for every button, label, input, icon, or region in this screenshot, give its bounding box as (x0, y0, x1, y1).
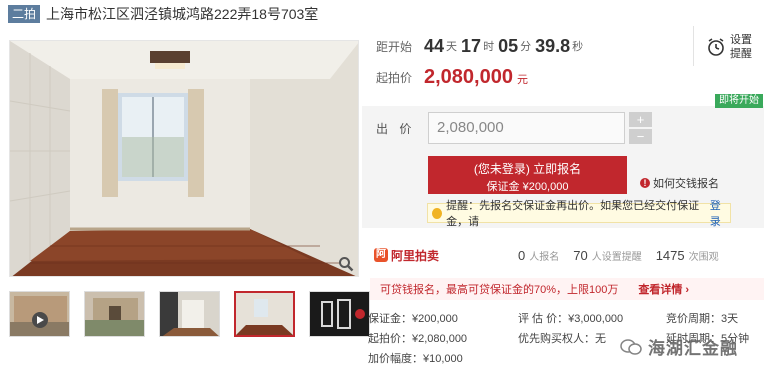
decrease-bid-button[interactable]: − (629, 129, 652, 144)
set-reminder-button[interactable]: 设置 提醒 (706, 30, 758, 64)
remind-line2: 提醒 (730, 48, 752, 60)
countdown-minutes-unit: 分 (520, 41, 532, 53)
watermark: 海湖汇金融 (620, 334, 738, 359)
auction-round-badge: 二拍 (8, 5, 41, 23)
info-start-price: 起拍价：¥2,080,000 (368, 333, 468, 345)
how-to-pay-link[interactable]: ! 如何交钱报名 (640, 175, 719, 191)
how-to-pay-text: 如何交钱报名 (653, 178, 719, 190)
info-icon: ! (640, 178, 650, 188)
reminder-count: 70 人设置提醒 (573, 248, 641, 263)
info-cycle: 竞价周期：3天 (666, 313, 739, 325)
countdown-seconds-unit: 秒 (572, 41, 584, 53)
loan-promo-text: 可贷钱报名，最高可贷保证金的70%，上限100万 (380, 284, 619, 296)
bulb-icon (432, 207, 443, 219)
info-appraisal: 评 估 价：¥3,000,000 (518, 313, 624, 325)
countdown-days: 44 (424, 35, 445, 56)
page-title: 上海市松江区泗泾镇城鸿路222弄18号703室 (46, 6, 319, 22)
wechat-icon (620, 338, 642, 355)
countdown-hours-unit: 时 (483, 41, 495, 53)
loan-promo: 可贷钱报名，最高可贷保证金的70%，上限100万 查看详情 › (370, 278, 764, 300)
view-count-value: 1475 (655, 247, 685, 263)
signup-button[interactable]: (您未登录) 立即报名 保证金 ¥200,000 (428, 156, 627, 194)
ali-auction-logo[interactable]: 阿 阿里拍卖 (374, 247, 504, 264)
info-priority: 优先购买权人：无 (518, 333, 606, 345)
main-photo[interactable] (9, 40, 359, 277)
reminder-count-label: 人设置提醒 (591, 251, 642, 263)
start-price-label: 起拍价 (376, 70, 413, 85)
start-price-value: 2,080,000 (424, 65, 513, 88)
increase-bid-button[interactable]: + (629, 112, 652, 127)
thumbnail-building-entrance[interactable] (84, 291, 145, 337)
info-deposit: 保证金：¥200,000 (368, 313, 458, 325)
ali-auction-logo-mark: 阿 (374, 248, 388, 262)
signup-count-label: 人报名 (529, 251, 560, 263)
countdown-seconds: 39.8 (535, 35, 571, 56)
remind-divider (693, 26, 694, 66)
loan-promo-details-link[interactable]: 查看详情 › (638, 281, 689, 297)
status-badge: 即将开始 (715, 94, 763, 108)
start-price-unit: 元 (516, 74, 528, 86)
bid-amount-input[interactable]: 2,080,000 (428, 112, 625, 144)
countdown-days-unit: 天 (446, 41, 458, 53)
thumbnail-strip (9, 291, 370, 339)
signup-button-deposit: 保证金 ¥200,000 (486, 181, 569, 193)
room-photo (10, 41, 358, 276)
countdown-minutes: 05 (498, 35, 519, 56)
countdown-hours: 17 (461, 35, 482, 56)
thumbnail-certificate[interactable] (309, 291, 370, 337)
signup-button-label: (您未登录) 立即报名 (473, 162, 582, 176)
signup-count-value: 0 (518, 247, 526, 263)
start-price-row: 起拍价 2,080,000 元 (376, 63, 528, 91)
thumbnail-interior-hallway[interactable] (159, 291, 220, 337)
thumbnail-building-exterior[interactable] (9, 291, 70, 337)
signup-count: 0 人报名 (518, 248, 559, 263)
title-row: 二拍 上海市松江区泗泾镇城鸿路222弄18号703室 (8, 4, 318, 24)
remind-line1: 设置 (730, 34, 752, 46)
magnifier-icon[interactable] (338, 256, 354, 272)
reminder-tip: 提醒：先报名交保证金再出价。如果您已经交付保证金，请 登录 (427, 200, 731, 228)
info-increment: 加价幅度：¥10,000 (368, 353, 463, 365)
alarm-clock-icon (708, 38, 724, 56)
view-count-label: 次围观 (688, 251, 719, 263)
countdown: 距开始 44 天 17 时 05 分 39.8 秒 (376, 33, 587, 59)
countdown-label: 距开始 (376, 39, 413, 54)
watermark-text: 海湖汇金融 (648, 339, 738, 358)
tip-text: 提醒：先报名交保证金再出价。如果您已经交付保证金，请 (446, 200, 700, 228)
reminder-count-value: 70 (573, 247, 588, 263)
thumbnail-interior-room[interactable] (234, 291, 295, 337)
view-count: 1475 次围观 (656, 248, 719, 263)
bid-label: 出 价 (376, 122, 416, 136)
auction-stats: 阿 阿里拍卖 0 人报名 70 人设置提醒 1475 次围观 (374, 242, 764, 268)
login-link[interactable]: 登录 (710, 197, 730, 229)
ali-auction-logo-text: 阿里拍卖 (391, 248, 440, 263)
